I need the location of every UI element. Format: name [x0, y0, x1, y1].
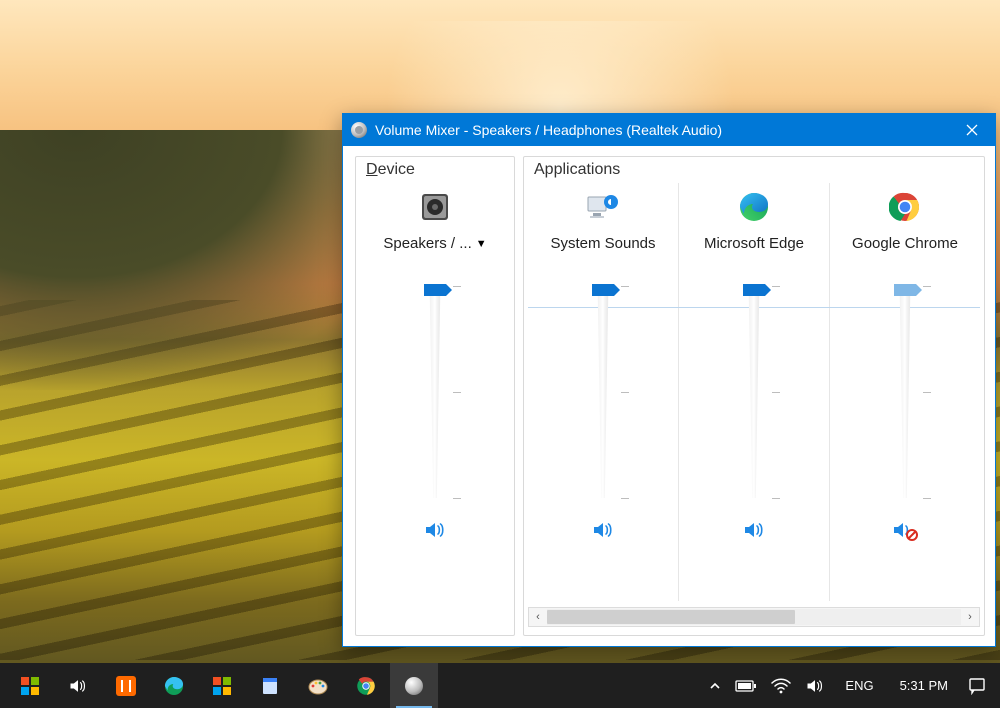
chevron-down-icon: ▼: [476, 238, 487, 250]
tray-volume-icon[interactable]: [805, 676, 825, 696]
scroll-left-button[interactable]: ‹: [529, 609, 547, 625]
taskbar-volume-icon[interactable]: [54, 663, 102, 708]
device-channel: Speakers / ... ▼: [360, 183, 510, 627]
app-channel-chrome: Google Chrome: [830, 183, 980, 601]
mute-button-system-sounds[interactable]: [589, 516, 617, 544]
applications-group: Applications: [523, 156, 985, 636]
tray-clock[interactable]: 5:31 PM: [894, 678, 954, 693]
mute-button-edge[interactable]: [740, 516, 768, 544]
device-group: Device Speakers / ..: [355, 156, 515, 636]
taskbar-edge-icon[interactable]: [150, 663, 198, 708]
tray-overflow-icon[interactable]: [709, 680, 721, 692]
edge-icon[interactable]: [736, 189, 772, 225]
window-title: Volume Mixer - Speakers / Headphones (Re…: [375, 122, 949, 138]
scroll-right-button[interactable]: ›: [961, 609, 979, 625]
device-group-header: Device: [366, 161, 510, 179]
volume-mixer-window: Volume Mixer - Speakers / Headphones (Re…: [342, 113, 996, 647]
speaker-icon: [591, 518, 615, 542]
close-button[interactable]: [949, 114, 995, 146]
app-label: System Sounds: [550, 235, 655, 252]
scrollbar-track[interactable]: [547, 609, 961, 625]
applications-scrollbar[interactable]: ‹ ›: [528, 607, 980, 627]
volume-slider-edge[interactable]: [734, 286, 774, 498]
tray-language[interactable]: ENG: [839, 678, 879, 693]
taskbar-chrome-icon[interactable]: [342, 663, 390, 708]
volume-slider-system-sounds[interactable]: [583, 286, 623, 498]
taskbar-volume-mixer-icon[interactable]: [390, 663, 438, 708]
tray-battery-icon[interactable]: [735, 679, 757, 693]
tray-action-center-icon[interactable]: [968, 677, 994, 695]
scrollbar-thumb[interactable]: [547, 610, 795, 624]
mute-button-chrome[interactable]: [891, 516, 919, 544]
taskbar-paint-icon[interactable]: [294, 663, 342, 708]
titlebar[interactable]: Volume Mixer - Speakers / Headphones (Re…: [343, 114, 995, 146]
speaker-icon: [742, 518, 766, 542]
chrome-icon[interactable]: [887, 189, 923, 225]
app-channel-system-sounds: System Sounds: [528, 183, 679, 601]
system-sounds-icon[interactable]: [585, 189, 621, 225]
tray-wifi-icon[interactable]: [771, 678, 791, 694]
taskbar-windows-tiles-icon-2[interactable]: [198, 663, 246, 708]
volume-slider-chrome[interactable]: [885, 286, 925, 498]
taskbar: ENG 5:31 PM: [0, 663, 1000, 708]
app-label: Google Chrome: [852, 235, 958, 252]
taskbar-notepad-icon[interactable]: [246, 663, 294, 708]
device-mute-button[interactable]: [421, 516, 449, 544]
app-label: Microsoft Edge: [704, 235, 804, 252]
close-icon: [966, 124, 978, 136]
device-dropdown[interactable]: Speakers / ... ▼: [383, 235, 486, 252]
speaker-icon: [423, 518, 447, 542]
device-volume-slider[interactable]: [415, 286, 455, 498]
speaker-muted-icon: [892, 518, 918, 542]
volume-mixer-titlebar-icon: [351, 122, 367, 138]
app-channel-edge: Microsoft Edge: [679, 183, 830, 601]
device-label: Speakers / ...: [383, 235, 471, 252]
taskbar-app-orange-icon[interactable]: [102, 663, 150, 708]
speaker-device-icon[interactable]: [417, 189, 453, 225]
taskbar-windows-tiles-icon[interactable]: [6, 663, 54, 708]
applications-group-header: Applications: [534, 161, 980, 179]
